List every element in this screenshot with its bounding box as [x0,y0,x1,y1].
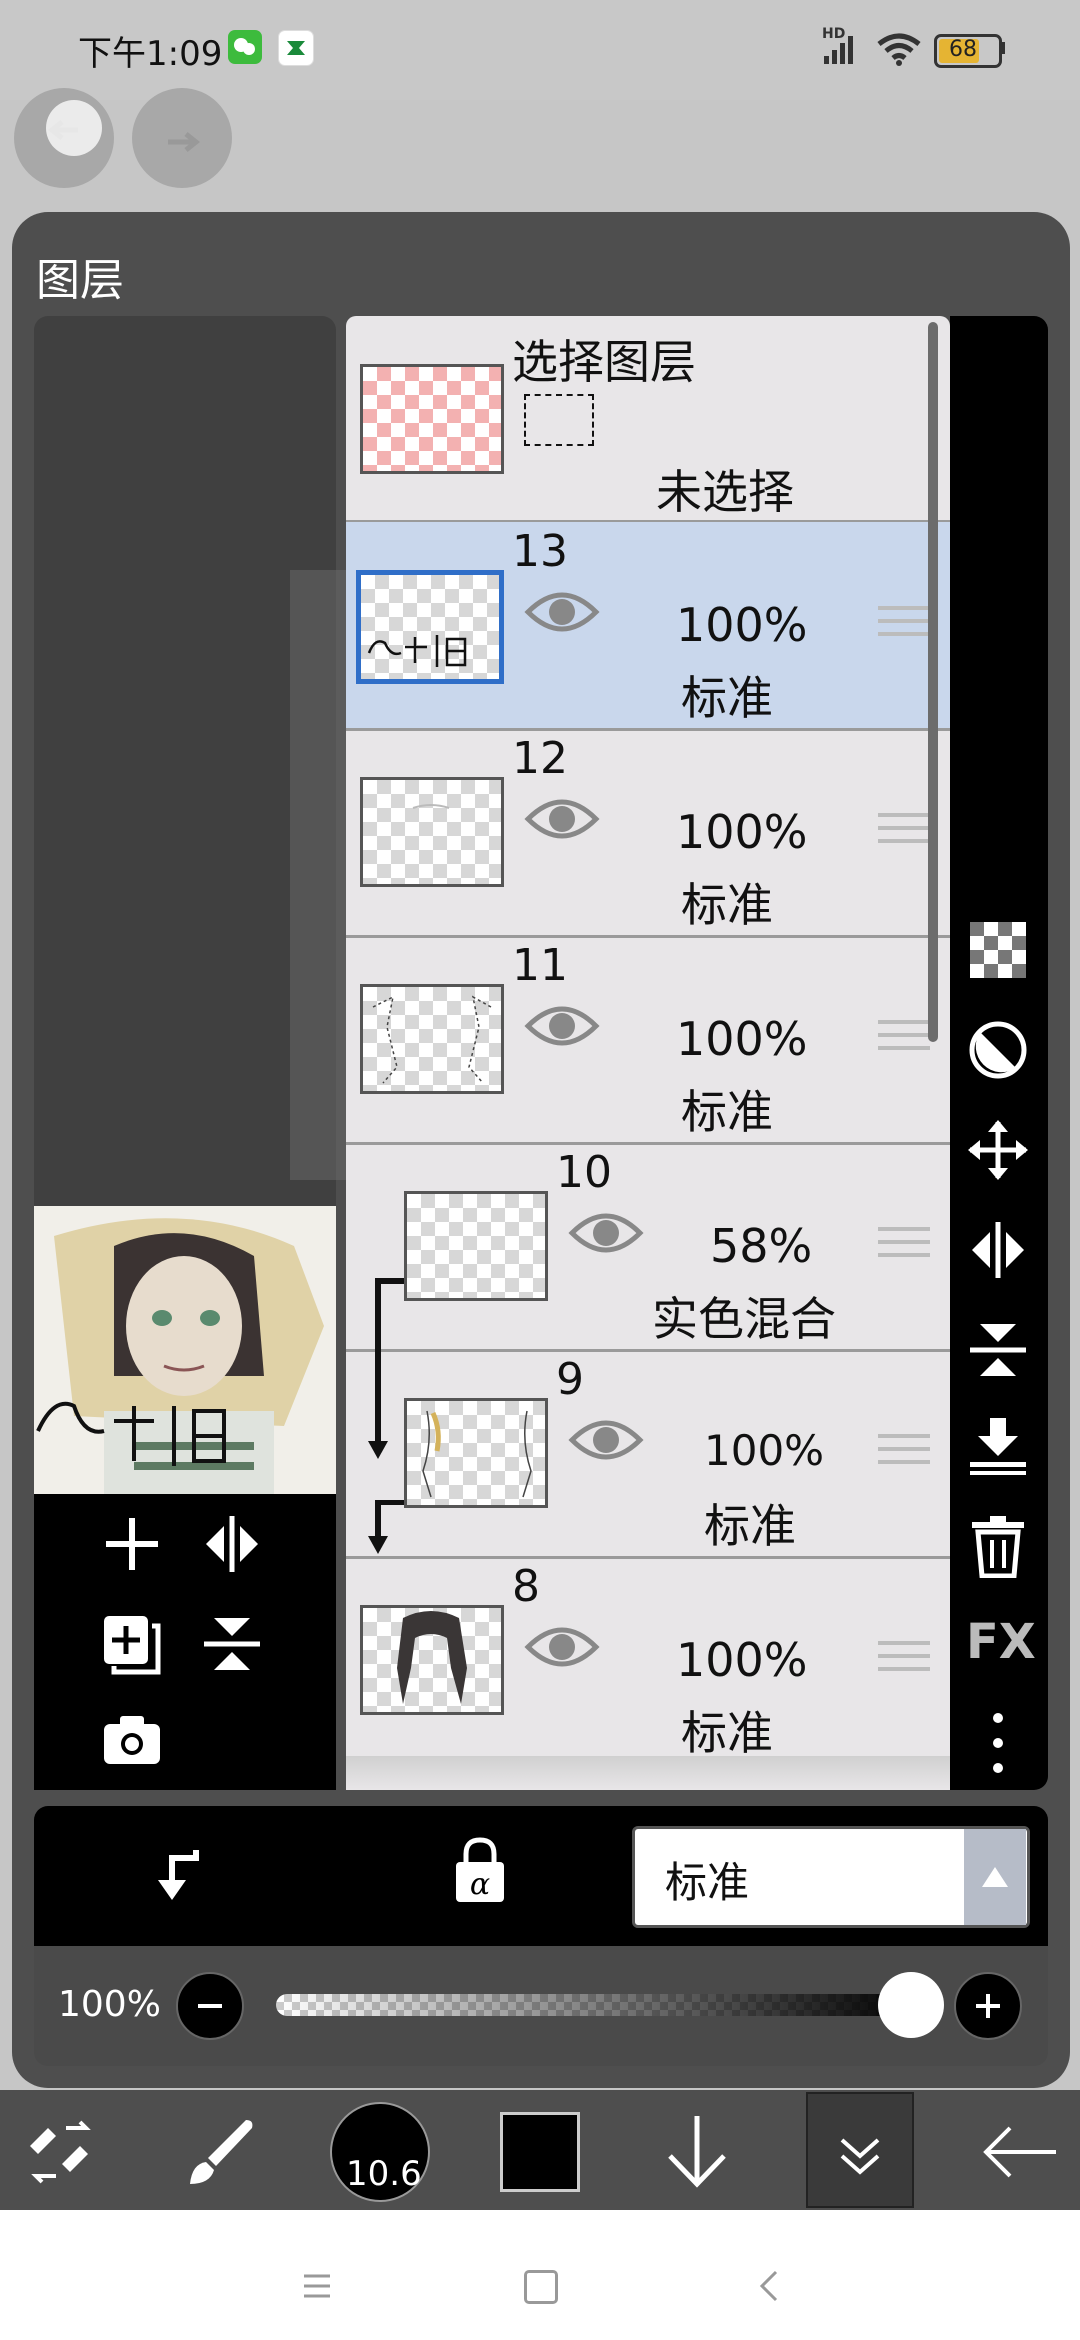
merge-down-icon[interactable] [966,1414,1030,1478]
layer-thumbnail [356,570,504,684]
tool-switch-icon[interactable] [22,2114,98,2194]
layer-number: 10 [556,1147,612,1198]
camera-import-button[interactable] [100,1712,164,1772]
drag-handle-icon[interactable] [878,1641,930,1671]
eye-icon[interactable] [524,795,600,847]
layer-opacity: 100% [676,1012,808,1066]
eye-icon[interactable] [524,1623,600,1675]
drag-handle-icon[interactable] [878,1434,930,1464]
blend-mode-dropdown-button[interactable] [964,1829,1026,1925]
drag-handle-icon[interactable] [878,1020,930,1050]
transparency-checker-icon[interactable] [966,918,1030,982]
eye-icon[interactable] [568,1416,644,1468]
system-navigation-bar [0,2210,1080,2340]
layer-number: 9 [556,1354,584,1405]
home-icon[interactable] [524,2270,558,2304]
layer-thumbnail [360,1605,504,1715]
layer-blend-mode: 标准 [681,1085,773,1139]
status-time: 下午1:09 [78,34,223,74]
layer-number: 13 [512,526,568,577]
layer-thumbnail [360,984,504,1094]
back-icon[interactable] [756,2268,780,2308]
layer-list-scrollbar[interactable] [928,322,938,1042]
layer-opacity: 100% [676,1633,808,1687]
brush-size-value: 10.6 [346,2154,422,2194]
dialog-title: 图层 [36,255,124,306]
wifi-icon [876,30,922,72]
layer-blend-mode: 实色混合 [652,1292,836,1346]
fx-button[interactable]: FX [966,1614,1036,1670]
selection-status: 未选择 [656,465,794,519]
layer-list[interactable]: 选择图层 未选择 13 100% 标准 12 100% 标准 11 100% 标… [346,316,950,1790]
layer-opacity: 100% [676,805,808,859]
menu-icon[interactable] [302,2272,332,2306]
flip-vertical-icon[interactable] [966,1318,1030,1382]
flip-horizontal-icon[interactable] [966,1218,1030,1282]
layer-down-arrow-icon[interactable] [662,2112,732,2196]
eye-icon[interactable] [524,588,600,640]
opacity-decrease-button[interactable] [176,1972,244,2040]
layer-row[interactable]: 12 100% 标准 [346,729,950,938]
back-arrow-icon[interactable] [980,2122,1060,2186]
more-options-icon[interactable] [966,1708,1030,1778]
layer-number: 12 [512,733,568,784]
layer-blend-mode: 标准 [704,1499,796,1553]
marquee-icon [524,394,594,446]
brush-size-button[interactable]: 10.6 [330,2102,430,2202]
layer-thumbnail [404,1398,548,1508]
wechat-notification-icon [228,30,262,64]
layer-blend-mode: 标准 [681,878,773,932]
flip-vertical-button[interactable] [200,1612,264,1680]
alpha-lock-circle-icon[interactable] [966,1018,1030,1082]
layer-opacity: 58% [710,1219,813,1273]
layer-row[interactable]: 9 100% 标准 [346,1350,950,1559]
eye-icon[interactable] [524,1002,600,1054]
layer-blend-mode: 标准 [681,671,773,725]
canvas-thumbnail[interactable] [34,1206,336,1496]
bank-notification-icon [278,30,314,66]
add-layer-button[interactable] [100,1512,164,1580]
layer-row[interactable]: 13 100% 标准 [346,522,950,731]
opacity-label: 100% [58,1984,161,2025]
undo-button[interactable] [14,88,114,188]
layer-row[interactable]: 10 58% 实色混合 [346,1143,950,1459]
canvas-peek [290,570,346,1180]
clipping-toggle-button[interactable] [152,1844,212,1908]
selection-layer-row[interactable]: 选择图层 未选择 [346,316,950,523]
duplicate-layer-button[interactable] [100,1612,164,1680]
layer-number: 8 [512,1561,540,1612]
layer-row[interactable]: 11 100% 标准 [346,936,950,1145]
layer-thumbnail [404,1191,548,1301]
opacity-increase-button[interactable] [954,1972,1022,2040]
layer-panel-toggle-button[interactable] [806,2092,914,2208]
drag-handle-icon[interactable] [878,1227,930,1257]
layer-tools-panel [34,1494,336,1790]
flip-horizontal-button[interactable] [200,1512,264,1580]
clipping-arrow-icon [368,1500,406,1554]
blend-mode-value: 标准 [665,1858,750,1907]
color-swatch[interactable] [500,2112,580,2192]
drag-handle-icon[interactable] [878,813,930,843]
opacity-slider[interactable] [276,1994,916,2016]
svg-text:α: α [470,1867,490,1902]
layer-blend-mode: 标准 [681,1706,773,1760]
alpha-lock-button[interactable]: α [450,1836,510,1910]
selection-layer-thumbnail [360,364,504,474]
battery-icon: 68 [934,34,1002,68]
layer-thumbnail [360,777,504,887]
layer-opacity: 100% [676,598,808,652]
status-bar: 下午1:09 HD 68 [0,0,1080,100]
opacity-slider-thumb[interactable] [878,1972,944,2038]
delete-layer-icon[interactable] [966,1514,1030,1579]
selection-layer-title: 选择图层 [512,335,696,389]
brush-icon[interactable] [180,2114,256,2194]
move-icon[interactable] [966,1118,1030,1182]
layer-opacity: 100% [704,1426,825,1475]
layer-row[interactable]: 8 100% 标准 [346,1557,950,1766]
eye-icon[interactable] [568,1209,644,1261]
drag-handle-icon[interactable] [878,606,930,636]
layer-number: 11 [512,940,568,991]
signal-icon: HD [820,26,864,74]
redo-button[interactable] [132,88,232,188]
